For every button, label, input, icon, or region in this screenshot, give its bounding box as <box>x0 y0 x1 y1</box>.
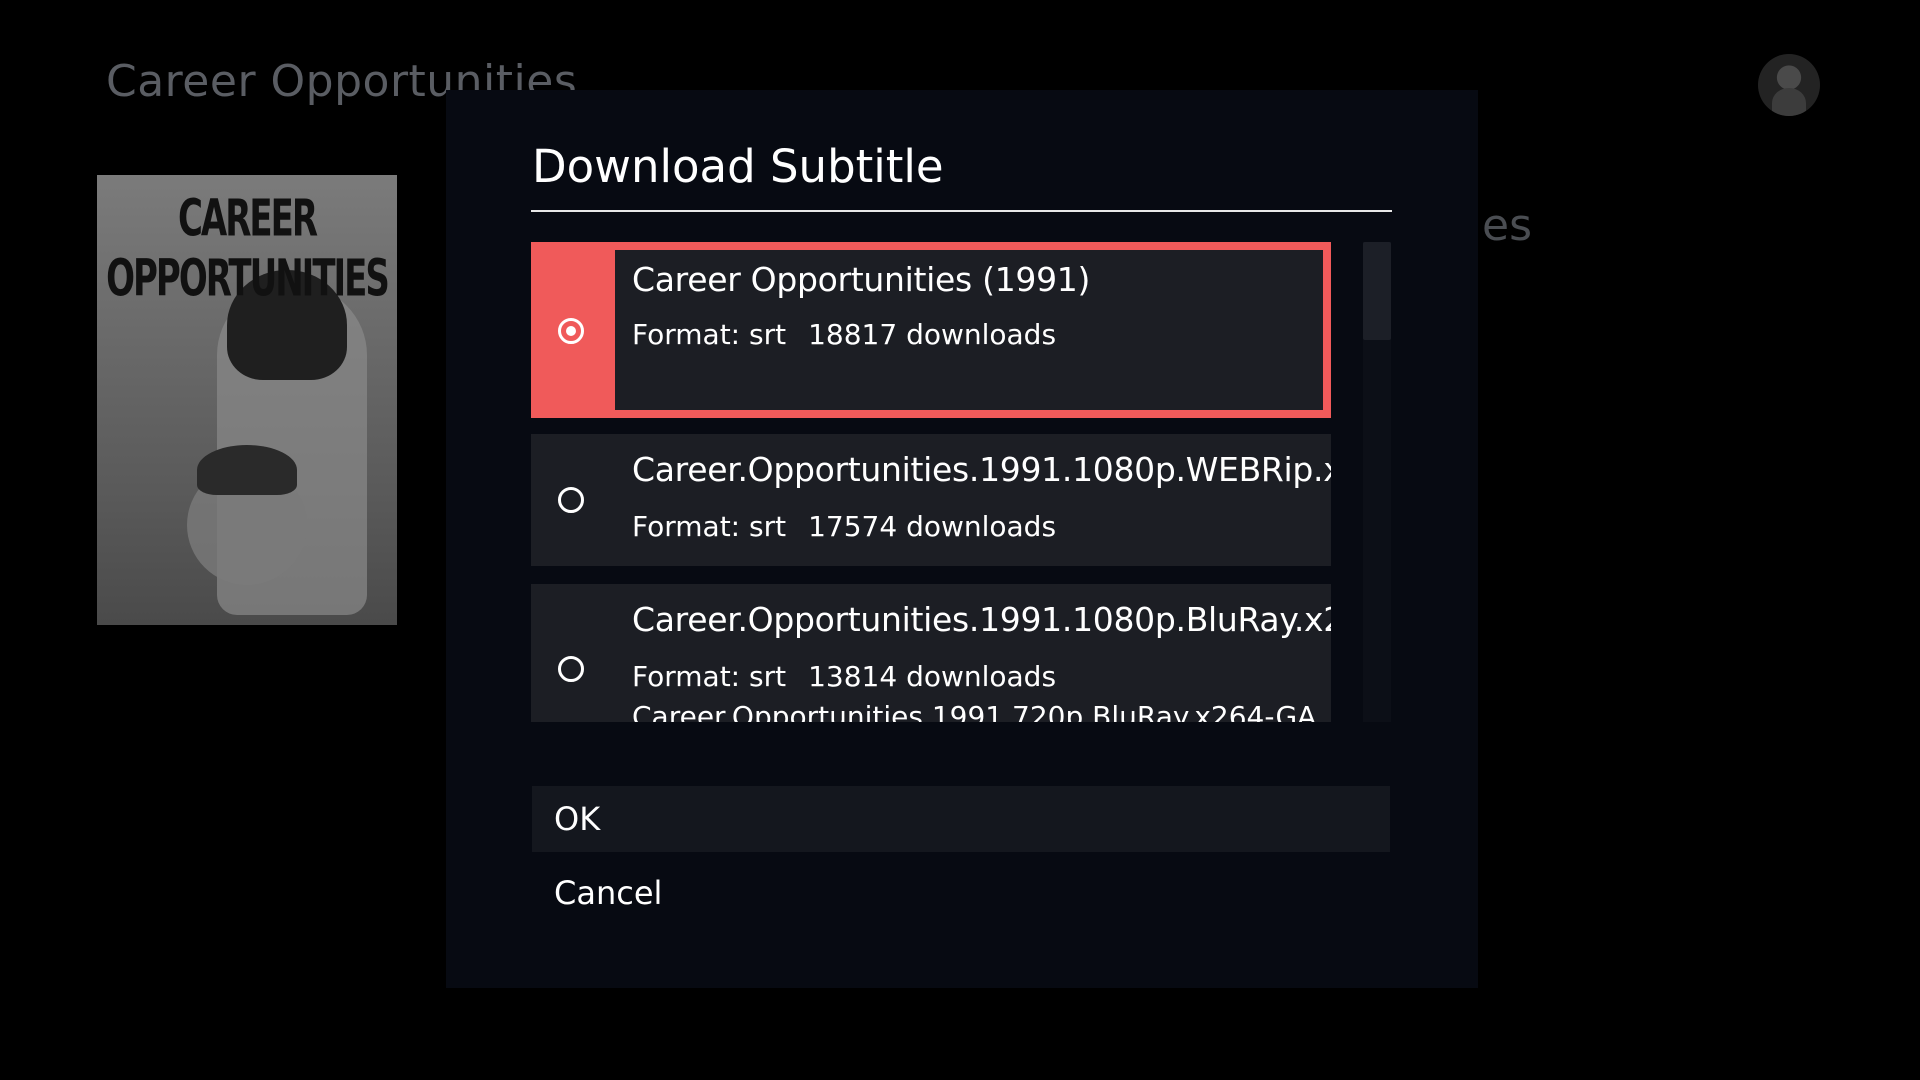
poster-title: CAREER OPPORTUNITIES <box>106 189 390 309</box>
cancel-button[interactable]: Cancel <box>532 860 1390 926</box>
radio-column <box>531 584 614 722</box>
subtitle-list[interactable]: Career Opportunities (1991) Format: srt 1… <box>531 242 1331 722</box>
dialog-title: Download Subtitle <box>532 140 944 193</box>
movie-poster: CAREER OPPORTUNITIES <box>97 175 397 625</box>
subtitle-option[interactable]: Career.Opportunities.1991.1080p.BluRay.x… <box>531 584 1331 722</box>
subtitle-option[interactable]: Career Opportunities (1991) Format: srt 1… <box>531 242 1331 418</box>
poster-hair-man <box>197 445 297 495</box>
background-partial-heading: es <box>1482 200 1532 251</box>
subtitle-downloads: 18817 downloads <box>808 318 1057 351</box>
subtitle-option[interactable]: Career.Opportunities.1991.1080p.WEBRip.x… <box>531 434 1331 566</box>
subtitle-format: Format: srt <box>632 510 787 543</box>
subtitle-meta: Format: srt 18817 downloads <box>632 318 1056 351</box>
download-subtitle-dialog: Download Subtitle Career Opportunities (… <box>446 90 1478 988</box>
title-divider <box>531 210 1392 212</box>
subtitle-downloads: 13814 downloads <box>808 660 1057 693</box>
subtitle-name: Career.Opportunities.1991.1080p.WEBRip.x… <box>632 450 1331 489</box>
subtitle-format: Format: srt <box>632 318 787 351</box>
radio-unchecked-icon[interactable] <box>558 656 584 682</box>
radio-column <box>531 434 614 566</box>
radio-unchecked-icon[interactable] <box>558 487 584 513</box>
radio-column <box>531 242 614 418</box>
cancel-label: Cancel <box>554 874 663 912</box>
subtitle-downloads: 17574 downloads <box>808 510 1057 543</box>
subtitle-format: Format: srt <box>632 660 787 693</box>
subtitle-meta: Format: srt 17574 downloads <box>632 510 1056 543</box>
radio-checked-icon[interactable] <box>558 318 584 344</box>
user-avatar[interactable] <box>1758 54 1820 116</box>
subtitle-extra-name: Career.Opportunities.1991.720p.BluRay.x2… <box>632 700 1331 722</box>
subtitle-name: Career Opportunities (1991) <box>632 260 1091 299</box>
ok-label: OK <box>554 800 601 838</box>
subtitle-name: Career.Opportunities.1991.1080p.BluRay.x… <box>632 600 1331 639</box>
ok-button[interactable]: OK <box>532 786 1390 852</box>
subtitle-meta: Format: srt 13814 downloads <box>632 660 1056 693</box>
scrollbar-thumb[interactable] <box>1363 242 1391 340</box>
